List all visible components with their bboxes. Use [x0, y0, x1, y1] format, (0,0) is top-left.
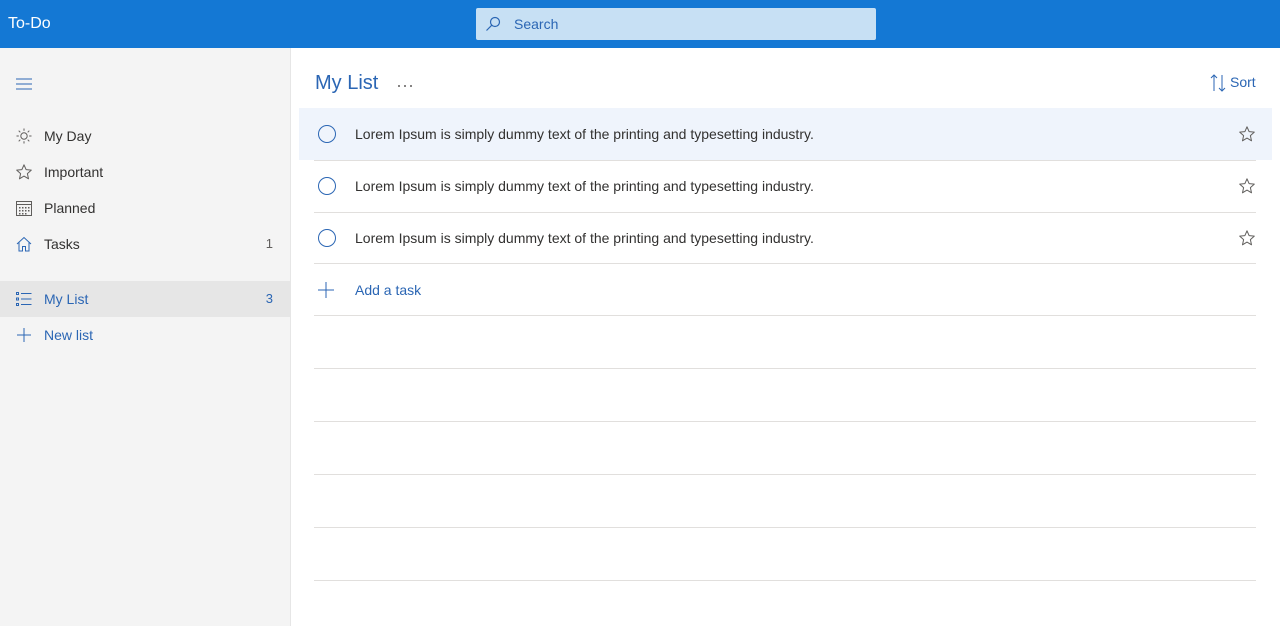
app-title: To-Do: [8, 15, 51, 32]
task-title: Lorem Ipsum is simply dummy text of the …: [355, 178, 814, 194]
divider: [314, 368, 1256, 369]
sidebar-item-label: My List: [44, 291, 89, 307]
sidebar-item-label: Important: [44, 164, 104, 180]
importance-star-icon[interactable]: [1239, 230, 1255, 246]
complete-task-checkbox[interactable]: [318, 229, 336, 247]
search-input[interactable]: [514, 8, 864, 40]
sort-icon: [1210, 74, 1226, 92]
sidebar: My Day Important Planned Tasks 1 My List…: [0, 48, 291, 626]
sort-button[interactable]: Sort: [1210, 74, 1266, 94]
sidebar-item-label: My Day: [44, 128, 92, 144]
divider: [314, 580, 1256, 581]
sidebar-item-count: 3: [265, 291, 273, 306]
page-title: My List: [315, 72, 379, 94]
sidebar-item-count: 1: [265, 236, 273, 251]
sidebar-item-label: Tasks: [44, 236, 80, 252]
sun-icon: [16, 128, 32, 144]
new-list-button[interactable]: New list: [0, 317, 290, 353]
new-list-label: New list: [44, 327, 94, 343]
calendar-icon: [16, 201, 32, 216]
sidebar-item-important[interactable]: Important: [0, 154, 290, 190]
sidebar-item-label: Planned: [44, 200, 96, 216]
add-task-label: Add a task: [355, 282, 422, 298]
divider: [314, 315, 1256, 316]
sidebar-item-my-day[interactable]: My Day: [0, 118, 290, 154]
sidebar-item-planned[interactable]: Planned: [0, 190, 290, 226]
sidebar-item-tasks[interactable]: Tasks 1: [0, 226, 290, 262]
search-icon: [486, 16, 501, 31]
plus-icon: [17, 328, 31, 342]
complete-task-checkbox[interactable]: [318, 177, 336, 195]
task-item[interactable]: Lorem Ipsum is simply dummy text of the …: [299, 160, 1272, 212]
task-title: Lorem Ipsum is simply dummy text of the …: [355, 230, 814, 246]
importance-star-icon[interactable]: [1239, 178, 1255, 194]
more-options-icon[interactable]: [395, 72, 415, 92]
list-icon: [16, 292, 32, 306]
star-icon: [16, 164, 32, 180]
task-title: Lorem Ipsum is simply dummy text of the …: [355, 126, 814, 142]
plus-icon: [318, 282, 334, 298]
divider: [314, 421, 1256, 422]
divider: [314, 474, 1256, 475]
home-icon: [16, 236, 32, 252]
task-item[interactable]: Lorem Ipsum is simply dummy text of the …: [299, 108, 1272, 160]
task-item[interactable]: Lorem Ipsum is simply dummy text of the …: [299, 212, 1272, 264]
hamburger-menu-icon[interactable]: [16, 77, 32, 91]
add-task-button[interactable]: Add a task: [314, 264, 1256, 316]
divider: [314, 527, 1256, 528]
importance-star-icon[interactable]: [1239, 126, 1255, 142]
sort-label: Sort: [1230, 74, 1256, 90]
main-panel: My List Sort Lorem Ipsum is simply dummy…: [291, 48, 1280, 626]
search-box[interactable]: [476, 8, 876, 40]
sidebar-item-my-list[interactable]: My List 3: [0, 281, 290, 317]
complete-task-checkbox[interactable]: [318, 125, 336, 143]
top-bar: To-Do: [0, 0, 1280, 48]
